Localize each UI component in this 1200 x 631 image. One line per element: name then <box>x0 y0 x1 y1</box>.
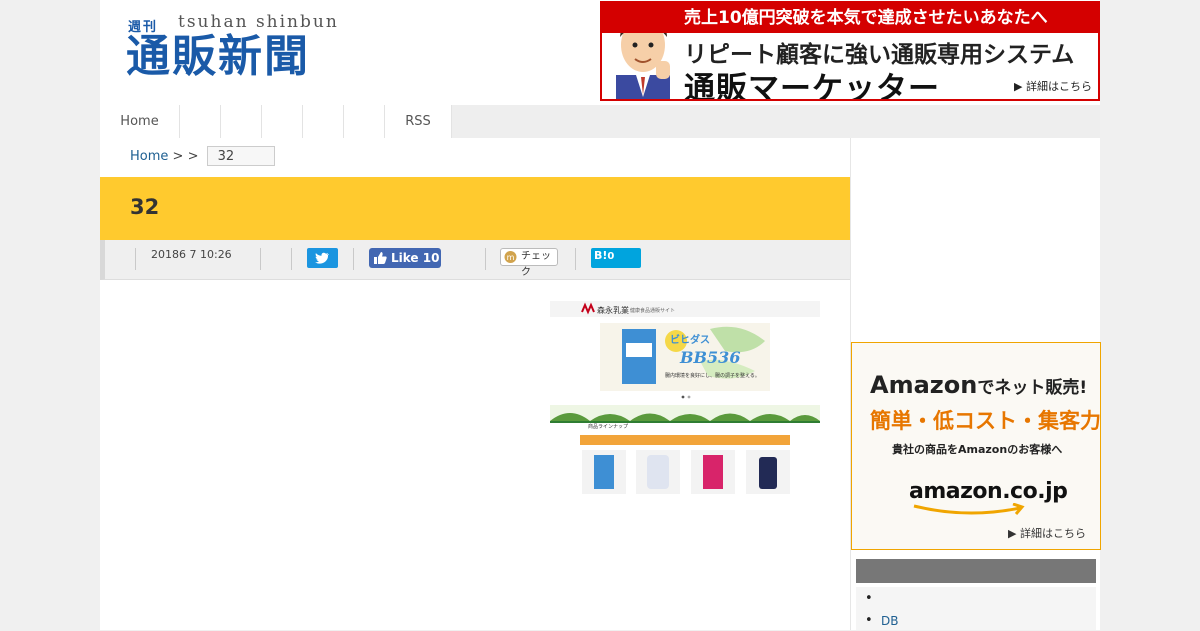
meta-divider <box>291 248 292 270</box>
nav-item-rss[interactable]: RSS <box>385 105 452 138</box>
sidebar-widget-header <box>856 559 1096 583</box>
product-name-text: ビヒダス <box>670 333 710 346</box>
svg-text:m: m <box>507 253 515 262</box>
amazon-ad-headline-suffix: でネット販売! <box>977 378 1088 398</box>
global-nav: Home RSS <box>100 105 1100 138</box>
nav-item-3[interactable] <box>221 105 262 138</box>
sidebar-widget-list: DB <box>856 587 1096 631</box>
product-tagline-text: 腸内環境を良好にし、腸の調子を整える。 <box>665 372 760 379</box>
amazon-ad-banner[interactable]: Amazonでネット販売! 簡単・低コスト・集客力 貴社の商品をAmazonのお… <box>851 342 1101 550</box>
banner-details-link[interactable]: ▶ 詳細はこちら <box>1014 78 1092 94</box>
facebook-like-label: Like 10 <box>391 251 440 265</box>
breadcrumb-home-link[interactable]: Home <box>130 149 168 164</box>
nav-item-6[interactable] <box>344 105 385 138</box>
article-date: 20186 7 10:26 <box>151 248 232 261</box>
amazon-ad-description: 貴社の商品をAmazonのお客様へ <box>892 443 1063 456</box>
product-code-text: BB536 <box>679 348 740 367</box>
lineup-heading-text: 商品ラインナップ <box>588 423 628 430</box>
logo-roman-text: tsuhan shinbun <box>178 12 339 32</box>
nav-item-5[interactable] <box>303 105 344 138</box>
logo-main-text: 通販新聞 <box>126 31 310 82</box>
nav-item-4[interactable] <box>262 105 303 138</box>
nav-item-2[interactable] <box>180 105 221 138</box>
meta-divider <box>135 248 136 270</box>
thumbs-up-icon <box>374 252 387 264</box>
twitter-bird-icon <box>314 252 329 264</box>
twitter-share-button[interactable] <box>307 248 338 268</box>
page: 週刊 tsuhan shinbun 通販新聞 売上10億円突破を本気で達成させた… <box>100 0 1101 631</box>
amazon-smile-icon <box>913 503 1025 515</box>
amazon-ad-details-link[interactable]: ▶ 詳細はこちら <box>1008 525 1086 541</box>
meta-divider <box>260 248 261 270</box>
mixi-logo-icon: m <box>504 251 517 263</box>
breadcrumb-separator: > <box>172 149 184 164</box>
article-thumbnail[interactable]: 森永乳業 健康食品通販サイト ビヒダス BB536 腸内環境を良好にし、腸の調子… <box>550 301 820 498</box>
mixi-check-button[interactable]: m チェック <box>500 248 558 278</box>
facebook-like-button[interactable]: Like 10 <box>369 248 441 268</box>
breadcrumb-separator: > <box>187 149 199 164</box>
breadcrumb-current: 32 <box>206 146 276 166</box>
hatena-bookmark-count: 0 <box>607 251 615 262</box>
banner-headline: 売上10億円突破を本気で達成させたいあなたへ <box>602 3 1098 33</box>
amazon-ad-brand: Amazon <box>870 371 978 399</box>
meta-divider <box>575 248 576 270</box>
mixi-check-label: チェック <box>521 251 551 278</box>
article-meta-bar: 20186 7 10:26 Like 10 m チェック B!0 <box>100 240 850 280</box>
amazon-ad-headline: Amazonでネット販売! <box>870 371 1087 399</box>
main-content: Home > > 32 32 20186 7 10:26 Like 10 m チ… <box>100 138 850 630</box>
hatena-bookmark-button[interactable]: B!0 <box>591 248 641 268</box>
amazon-ad-subheadline: 簡単・低コスト・集客力 <box>870 409 1101 433</box>
nav-item-home[interactable]: Home <box>100 105 180 138</box>
amazon-logo: amazon.co.jp <box>909 479 1068 504</box>
morinaga-subtitle-text: 健康食品通販サイト <box>630 307 675 314</box>
morinaga-logo-text: 森永乳業 <box>597 305 629 315</box>
meta-divider <box>485 248 486 270</box>
sidebar: Amazonでネット販売! 簡単・低コスト・集客力 貴社の商品をAmazonのお… <box>850 138 1101 631</box>
hatena-logo-icon: B! <box>594 249 608 262</box>
article-title: 32 <box>130 195 160 219</box>
sidebar-list-item[interactable] <box>856 589 1096 609</box>
site-logo[interactable]: 週刊 tsuhan shinbun 通販新聞 <box>126 12 356 87</box>
site-header: 週刊 tsuhan shinbun 通販新聞 売上10億円突破を本気で達成させた… <box>100 0 1100 105</box>
article-title-band: 32 <box>100 177 850 240</box>
sidebar-list-item-db[interactable]: DB <box>856 611 1096 631</box>
ad-banner-tsuhan-marketer[interactable]: 売上10億円突破を本気で達成させたいあなたへ リピート顧客に強い通販専用システム… <box>600 1 1100 101</box>
banner-product-name: 通販マーケッター <box>684 71 940 101</box>
breadcrumb: Home > > 32 <box>130 146 276 166</box>
meta-divider <box>353 248 354 270</box>
